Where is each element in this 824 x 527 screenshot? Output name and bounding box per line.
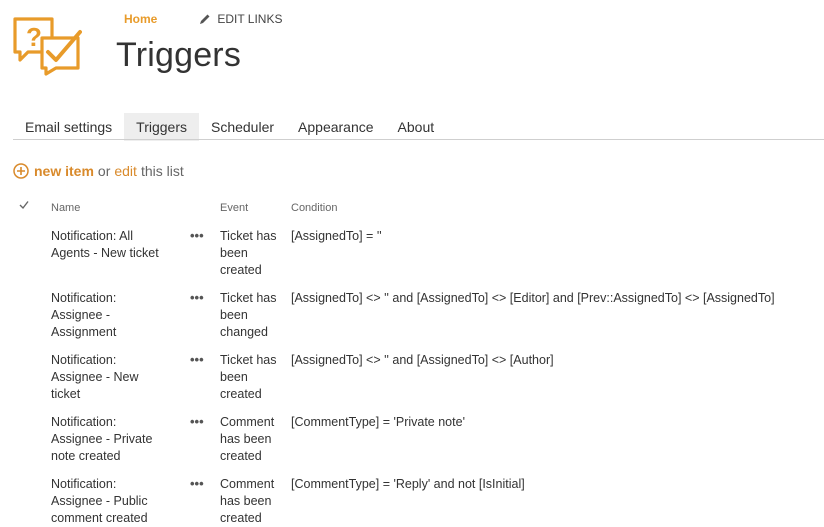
trigger-name-link[interactable]: Notification: Assignee - Assignment [51,290,166,341]
svg-text:?: ? [26,22,42,52]
new-item-link[interactable]: new item [34,163,94,179]
tab-divider [13,139,824,140]
more-options-icon[interactable]: ••• [190,475,204,492]
trigger-name-link[interactable]: Notification: Assignee - Public comment … [51,476,166,527]
trigger-name-link[interactable]: Notification: Assignee - New ticket [51,352,166,403]
tab-about[interactable]: About [386,113,447,141]
edit-list-link[interactable]: edit [114,163,137,179]
tab-bar: Email settings Triggers Scheduler Appear… [13,113,446,141]
select-all-check-icon[interactable] [19,200,29,210]
more-options-icon[interactable]: ••• [190,413,204,430]
home-link[interactable]: Home [124,12,157,26]
condition-cell: [AssignedTo] <> '' and [AssignedTo] <> [… [291,353,554,367]
pencil-icon [200,14,210,24]
event-cell: Comment has been created [220,477,275,525]
condition-cell: [CommentType] = 'Reply' and not [IsIniti… [291,477,525,491]
more-options-icon[interactable]: ••• [190,351,204,368]
event-cell: Ticket has been created [220,353,277,401]
event-cell: Ticket has been created [220,229,277,277]
trigger-name-link[interactable]: Notification: All Agents - New ticket [51,228,166,262]
column-header-condition[interactable]: Condition [291,202,337,214]
tab-triggers[interactable]: Triggers [124,113,199,141]
page-title: Triggers [116,36,242,74]
tab-scheduler[interactable]: Scheduler [199,113,286,141]
tab-email-settings[interactable]: Email settings [13,113,124,141]
or-text: or [97,163,111,179]
condition-cell: [AssignedTo] <> '' and [AssignedTo] <> [… [291,291,775,305]
column-header-event[interactable]: Event [220,202,248,214]
trigger-name-link[interactable]: Notification: Assignee - Private note cr… [51,414,166,465]
more-options-icon[interactable]: ••• [190,289,204,306]
edit-links-button[interactable]: EDIT LINKS [199,12,282,26]
condition-cell: [AssignedTo] = '' [291,229,382,243]
event-cell: Comment has been created [220,415,275,463]
event-cell: Ticket has been changed [220,291,277,339]
top-navigation: Home EDIT LINKS [124,12,282,26]
column-header-name[interactable]: Name [51,202,80,214]
edit-links-label: EDIT LINKS [217,12,283,26]
list-toolbar: new item or edit this list [13,163,184,179]
tab-appearance[interactable]: Appearance [286,113,386,141]
this-list-text: this list [140,163,184,179]
add-circle-icon[interactable] [13,163,29,179]
more-options-icon[interactable]: ••• [190,227,204,244]
condition-cell: [CommentType] = 'Private note' [291,415,465,429]
site-logo-icon[interactable]: ? [12,14,82,76]
